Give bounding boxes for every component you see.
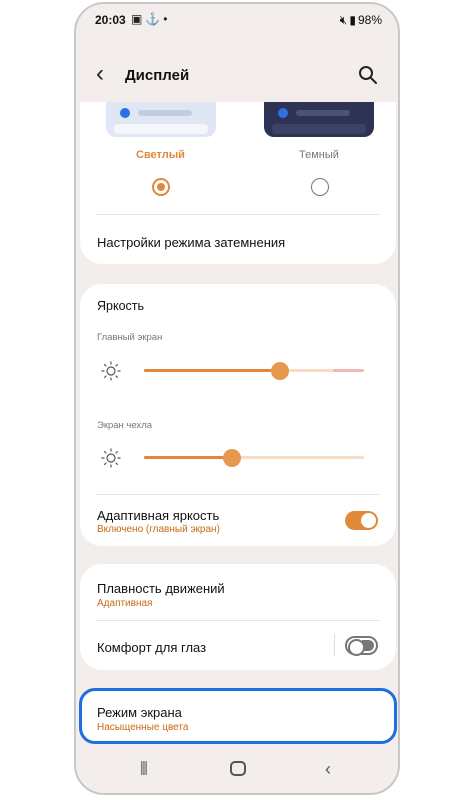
status-time: 20:03	[95, 13, 126, 27]
brightness-card: Яркость Главный экран Экран чехла Адапти…	[80, 284, 396, 546]
preview-bar	[138, 110, 192, 116]
mute-icon: 🔇︎	[339, 13, 348, 27]
adaptive-brightness-status: Включено (главный экран)	[97, 524, 220, 535]
phone-frame: 20:03 ▣⚓• 🔇︎ ▮ 98% ‹ Дисплей Светлый Темны…	[74, 2, 400, 795]
light-theme-radio[interactable]	[152, 178, 170, 196]
dark-mode-settings-item[interactable]: Настройки режима затемнения	[97, 235, 285, 250]
brightness-title: Яркость	[97, 299, 145, 313]
eye-comfort-toggle[interactable]	[345, 636, 378, 656]
motion-card: Плавность движений Адаптивная Комфорт дл…	[80, 564, 396, 670]
motion-smoothness-label[interactable]: Плавность движений	[97, 581, 225, 596]
sun-icon	[101, 448, 121, 468]
back-nav-icon[interactable]: ‹	[325, 759, 331, 780]
preview-inner	[114, 124, 208, 134]
theme-card: Светлый Темный Настройки режима затемнен…	[80, 102, 396, 264]
page-title: Дисплей	[125, 67, 190, 84]
search-icon[interactable]	[358, 65, 378, 85]
home-icon[interactable]	[230, 761, 246, 776]
preview-dot	[278, 108, 288, 118]
chevron-left-icon[interactable]: ‹	[96, 62, 104, 86]
battery-percent: 98%	[357, 13, 382, 27]
slider-track-warning	[333, 369, 364, 372]
screen-mode-value: Насыщенные цвета	[97, 722, 189, 733]
adaptive-brightness-label[interactable]: Адаптивная яркость	[97, 508, 219, 523]
divider	[96, 494, 380, 495]
vertical-separator	[334, 634, 335, 656]
adaptive-brightness-toggle[interactable]	[345, 511, 378, 530]
light-theme-preview[interactable]	[106, 102, 216, 137]
cover-screen-brightness-slider[interactable]	[144, 449, 364, 467]
dark-theme-label: Темный	[299, 149, 339, 161]
slider-thumb[interactable]	[223, 449, 241, 467]
light-theme-label: Светлый	[136, 149, 185, 161]
dark-theme-radio[interactable]	[311, 178, 329, 196]
preview-dot	[120, 108, 130, 118]
motion-smoothness-value: Адаптивная	[97, 598, 153, 609]
recent-apps-icon[interactable]: ⦀	[140, 759, 148, 780]
slider-fill	[144, 369, 281, 372]
screen-mode-label: Режим экрана	[97, 705, 182, 720]
status-bar: 20:03 ▣⚓• 🔇︎ ▮ 98%	[76, 4, 398, 36]
app-header: ‹ Дисплей	[76, 56, 398, 96]
eye-comfort-label[interactable]: Комфорт для глаз	[97, 640, 206, 655]
status-right: 🔇︎ ▮ 98%	[338, 13, 382, 28]
image-icon: ▣	[131, 12, 146, 26]
sun-icon	[101, 361, 121, 381]
preview-bar	[296, 110, 350, 116]
signal-icon: ▮	[349, 13, 356, 27]
cover-screen-label: Экран чехла	[97, 420, 153, 431]
status-left-icons: ▣⚓•	[131, 12, 171, 26]
toggle-track	[362, 640, 374, 651]
divider	[96, 214, 380, 215]
slider-thumb[interactable]	[271, 362, 290, 380]
screen-mode-item[interactable]: Режим экрана Насыщенные цвета	[79, 688, 397, 744]
divider	[96, 620, 380, 621]
slider-fill	[144, 456, 232, 459]
main-screen-label: Главный экран	[97, 332, 163, 343]
preview-inner	[272, 124, 366, 134]
dark-theme-preview[interactable]	[264, 102, 374, 137]
dot-icon: •	[163, 12, 171, 26]
anchor-icon: ⚓	[145, 12, 164, 26]
main-screen-brightness-slider[interactable]	[144, 362, 364, 380]
navigation-bar: ⦀ ‹	[76, 749, 398, 793]
